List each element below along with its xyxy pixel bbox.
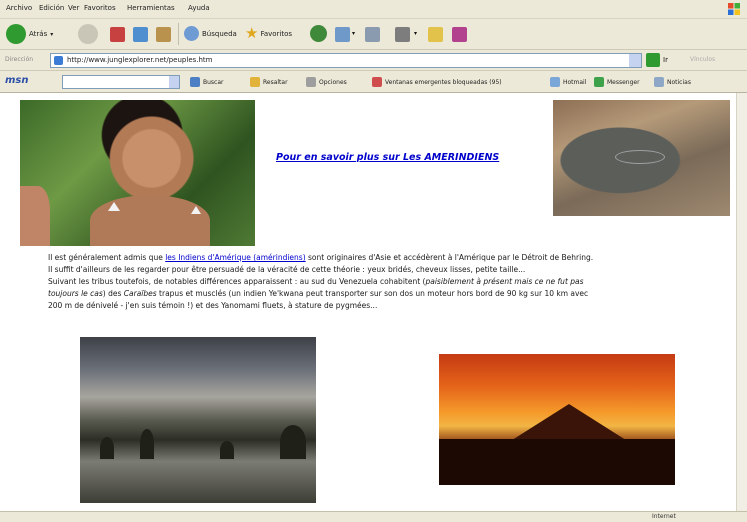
refresh-icon[interactable] bbox=[133, 27, 148, 42]
back-dropdown-icon[interactable]: ▾ bbox=[50, 31, 53, 38]
menu-edicion[interactable]: Edición bbox=[39, 4, 64, 12]
page-icon bbox=[54, 56, 63, 65]
messenger-buddy-icon bbox=[594, 77, 604, 87]
msn-logo[interactable]: msn bbox=[5, 75, 29, 86]
msn-messenger-button[interactable]: Messenger bbox=[594, 77, 640, 87]
msn-hotmail-button[interactable]: Hotmail bbox=[550, 77, 586, 87]
address-dropdown-icon[interactable] bbox=[629, 54, 641, 67]
indiens-amerique-link[interactable]: les Indiens d'Amérique (amérindiens) bbox=[165, 253, 305, 262]
msn-opciones-label: Opciones bbox=[319, 78, 347, 86]
mail-icon[interactable] bbox=[365, 27, 380, 42]
address-bar: Dirección http://www.junglexplorer.net/p… bbox=[0, 50, 747, 71]
back-label: Atrás bbox=[29, 30, 48, 38]
vertical-scrollbar[interactable] bbox=[736, 93, 747, 511]
menu-archivo[interactable]: Archivo bbox=[6, 4, 32, 12]
menu-ayuda[interactable]: Ayuda bbox=[188, 4, 210, 12]
msn-buscar-button[interactable]: Buscar bbox=[190, 77, 224, 87]
para-text: paisiblement à présent mais ce ne fut pa… bbox=[425, 277, 584, 286]
history-icon[interactable] bbox=[335, 27, 350, 42]
para-text: Caraïbes bbox=[123, 289, 157, 298]
standard-toolbar: Atrás ▾ Búsqueda ★ Favoritos ▾ ▾ bbox=[0, 19, 747, 50]
home-icon[interactable] bbox=[156, 27, 171, 42]
favorites-button[interactable]: ★ Favoritos bbox=[245, 26, 292, 41]
para-text: toujours le cas bbox=[48, 289, 103, 298]
para-text: sont originaires d'Asie et accédèrent à … bbox=[305, 253, 594, 262]
address-url: http://www.junglexplorer.net/peuples.htm bbox=[67, 56, 213, 64]
links-label[interactable]: Vínculos bbox=[690, 56, 715, 63]
forward-arrow-icon bbox=[78, 24, 98, 44]
folder-icon[interactable] bbox=[428, 27, 443, 42]
msn-search-dropdown-icon[interactable] bbox=[169, 76, 179, 88]
news-icon bbox=[654, 77, 664, 87]
magnifier-icon bbox=[190, 77, 200, 87]
amerindian-woman-photo bbox=[20, 100, 255, 246]
para-text: Il suffit d'ailleurs de les regarder pou… bbox=[48, 265, 526, 274]
history-dropdown-icon[interactable]: ▾ bbox=[352, 30, 355, 37]
para-text: trapus et musclés (un indien Ye'kwana pe… bbox=[156, 289, 589, 298]
zone-label: Internet bbox=[652, 513, 676, 520]
go-button[interactable]: Ir bbox=[646, 53, 668, 67]
favorites-label: Favoritos bbox=[260, 29, 293, 38]
msn-opciones-button[interactable]: Opciones bbox=[306, 77, 347, 87]
search-button[interactable]: Búsqueda bbox=[184, 26, 237, 41]
search-label: Búsqueda bbox=[202, 29, 237, 38]
petroglyph-rock-photo bbox=[553, 100, 730, 216]
menu-bar: Archivo Edición Ver Favoritos Herramient… bbox=[0, 0, 747, 19]
highlighter-icon bbox=[250, 77, 260, 87]
star-icon: ★ bbox=[245, 24, 259, 42]
status-bar: Internet bbox=[0, 511, 747, 522]
address-input[interactable]: http://www.junglexplorer.net/peuples.htm bbox=[50, 53, 642, 68]
msn-buscar-label: Buscar bbox=[203, 78, 224, 86]
sunset-tepui-photo bbox=[439, 354, 675, 485]
msn-noticias-button[interactable]: Noticias bbox=[654, 77, 691, 87]
windows-logo-icon bbox=[728, 3, 740, 15]
intro-paragraph: Il est généralement admis que les Indien… bbox=[48, 252, 708, 312]
para-text: Suivant les tribus toutefois, de notable… bbox=[48, 277, 426, 286]
msn-popups-button[interactable]: Ventanas emergentes bloqueadas (95) bbox=[372, 77, 502, 87]
media-icon[interactable] bbox=[310, 25, 327, 42]
search-icon bbox=[184, 26, 199, 41]
menu-herramientas[interactable]: Herramientas bbox=[127, 4, 175, 12]
go-arrow-icon bbox=[646, 53, 660, 67]
go-label: Ir bbox=[663, 56, 668, 64]
msn-toolbar: msn Buscar Resaltar Opciones Ventanas em… bbox=[0, 71, 747, 93]
address-label: Dirección bbox=[5, 56, 34, 63]
river-swamp-photo bbox=[80, 337, 316, 503]
msn-noticias-label: Noticias bbox=[667, 78, 691, 86]
para-text: ) des bbox=[102, 289, 124, 298]
menu-favoritos[interactable]: Favoritos bbox=[84, 4, 116, 12]
options-icon bbox=[306, 77, 316, 87]
popup-blocker-icon bbox=[372, 77, 382, 87]
print-dropdown-icon[interactable]: ▾ bbox=[414, 30, 417, 37]
back-arrow-icon bbox=[6, 24, 26, 44]
amerindiens-link[interactable]: Pour en savoir plus sur Les AMERINDIENS bbox=[276, 152, 499, 163]
stop-icon[interactable] bbox=[110, 27, 125, 42]
menu-ver[interactable]: Ver bbox=[68, 4, 79, 12]
messenger-icon[interactable] bbox=[452, 27, 467, 42]
msn-popups-label: Ventanas emergentes bloqueadas (95) bbox=[385, 78, 502, 86]
msn-hotmail-label: Hotmail bbox=[563, 78, 587, 86]
back-button[interactable]: Atrás ▾ bbox=[6, 24, 53, 44]
msn-search-input[interactable] bbox=[62, 75, 180, 89]
msn-resaltar-label: Resaltar bbox=[263, 78, 288, 86]
forward-button[interactable] bbox=[78, 24, 98, 44]
print-icon[interactable] bbox=[395, 27, 410, 42]
msn-messenger-label: Messenger bbox=[607, 78, 640, 86]
msn-resaltar-button[interactable]: Resaltar bbox=[250, 77, 288, 87]
para-text: 200 m de dénivelé - j'en suis témoin !) … bbox=[48, 301, 378, 310]
hotmail-icon bbox=[550, 77, 560, 87]
para-text: Il est généralement admis que bbox=[48, 253, 166, 262]
